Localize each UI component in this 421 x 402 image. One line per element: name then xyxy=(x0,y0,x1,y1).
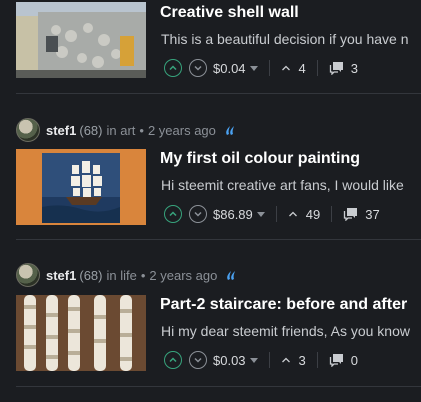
voters-link[interactable]: 4 xyxy=(281,61,306,76)
vote-count: 3 xyxy=(298,352,306,368)
avatar[interactable] xyxy=(16,118,40,142)
post-summary[interactable]: Hi steemit creative art fans, I would li… xyxy=(161,177,404,193)
post-title[interactable]: Part-2 staircare: before and after xyxy=(160,296,407,314)
comment-count: 37 xyxy=(365,206,380,222)
downvote-button[interactable] xyxy=(189,351,207,369)
post-meta: stef1 (68) in life • 2 years ago xyxy=(16,263,239,287)
post-title[interactable]: Creative shell wall xyxy=(160,4,299,22)
post-thumbnail-ship-painting[interactable] xyxy=(16,149,146,225)
post-summary[interactable]: Hi my dear steemit friends, As you know xyxy=(161,323,410,339)
chevron-up-icon xyxy=(169,211,177,217)
payout-value: $0.04 xyxy=(213,60,246,76)
divider xyxy=(316,352,318,368)
avatar[interactable] xyxy=(16,263,40,287)
comment-icon xyxy=(344,208,358,221)
post-time[interactable]: 2 years ago xyxy=(149,268,217,283)
comment-count: 0 xyxy=(350,352,359,368)
post-footer: $0.04 4 3 xyxy=(164,57,358,79)
upvote-button[interactable] xyxy=(164,205,182,223)
post-time[interactable]: 2 years ago xyxy=(148,123,216,138)
payout-dropdown[interactable]: $0.04 xyxy=(213,61,258,76)
post-meta: stef1 (68) in art • 2 years ago xyxy=(16,118,238,142)
payout-value: $0.03 xyxy=(213,352,246,368)
post-title[interactable]: My first oil colour painting xyxy=(160,150,360,168)
divider xyxy=(275,206,277,222)
divider xyxy=(331,206,333,222)
upvote-button[interactable] xyxy=(164,59,182,77)
upvote-button[interactable] xyxy=(164,351,182,369)
comments-link[interactable]: 0 xyxy=(329,353,358,368)
category-link[interactable]: in life xyxy=(106,268,136,283)
steem-logo-icon xyxy=(227,271,236,280)
chevron-up-icon xyxy=(281,65,290,71)
divider xyxy=(316,60,318,76)
meta-separator: • xyxy=(139,122,144,138)
divider xyxy=(268,352,270,368)
divider xyxy=(268,60,270,76)
payout-value: $86.89 xyxy=(213,206,253,222)
caret-down-icon xyxy=(249,357,258,363)
chevron-down-icon xyxy=(194,357,202,363)
post-thumbnail-shell-wall[interactable] xyxy=(16,2,146,78)
divider xyxy=(16,239,421,240)
vote-count: 49 xyxy=(305,206,321,222)
author-reputation: (68) xyxy=(79,122,103,138)
post-thumbnail-staircase[interactable] xyxy=(16,295,146,371)
divider xyxy=(16,93,421,94)
author-reputation: (68) xyxy=(79,267,103,283)
chevron-down-icon xyxy=(194,211,202,217)
downvote-button[interactable] xyxy=(189,205,207,223)
divider xyxy=(16,386,421,387)
author-link[interactable]: stef1 xyxy=(46,268,76,283)
chevron-up-icon xyxy=(288,211,297,217)
voters-link[interactable]: 49 xyxy=(288,207,320,222)
post-summary[interactable]: This is a beautiful decision if you have… xyxy=(161,31,408,47)
author-link[interactable]: stef1 xyxy=(46,123,76,138)
comment-icon xyxy=(329,62,343,75)
voters-link[interactable]: 3 xyxy=(281,353,306,368)
vote-count: 4 xyxy=(298,60,306,76)
caret-down-icon xyxy=(249,65,258,71)
chevron-up-icon xyxy=(281,357,290,363)
caret-down-icon xyxy=(256,211,265,217)
comments-link[interactable]: 3 xyxy=(329,61,358,76)
payout-dropdown[interactable]: $0.03 xyxy=(213,353,258,368)
comments-link[interactable]: 37 xyxy=(343,206,380,222)
meta-separator: • xyxy=(140,267,146,283)
chevron-up-icon xyxy=(169,65,177,71)
category-link[interactable]: in art xyxy=(106,123,135,138)
comment-count: 3 xyxy=(350,60,359,76)
post-footer: $0.03 3 0 xyxy=(164,349,358,371)
post-footer: $86.89 49 37 xyxy=(164,203,380,225)
downvote-button[interactable] xyxy=(189,59,207,77)
chevron-down-icon xyxy=(194,65,202,71)
comment-icon xyxy=(329,354,343,367)
payout-dropdown[interactable]: $86.89 xyxy=(213,207,265,222)
chevron-up-icon xyxy=(169,357,177,363)
steem-logo-icon xyxy=(226,126,234,135)
